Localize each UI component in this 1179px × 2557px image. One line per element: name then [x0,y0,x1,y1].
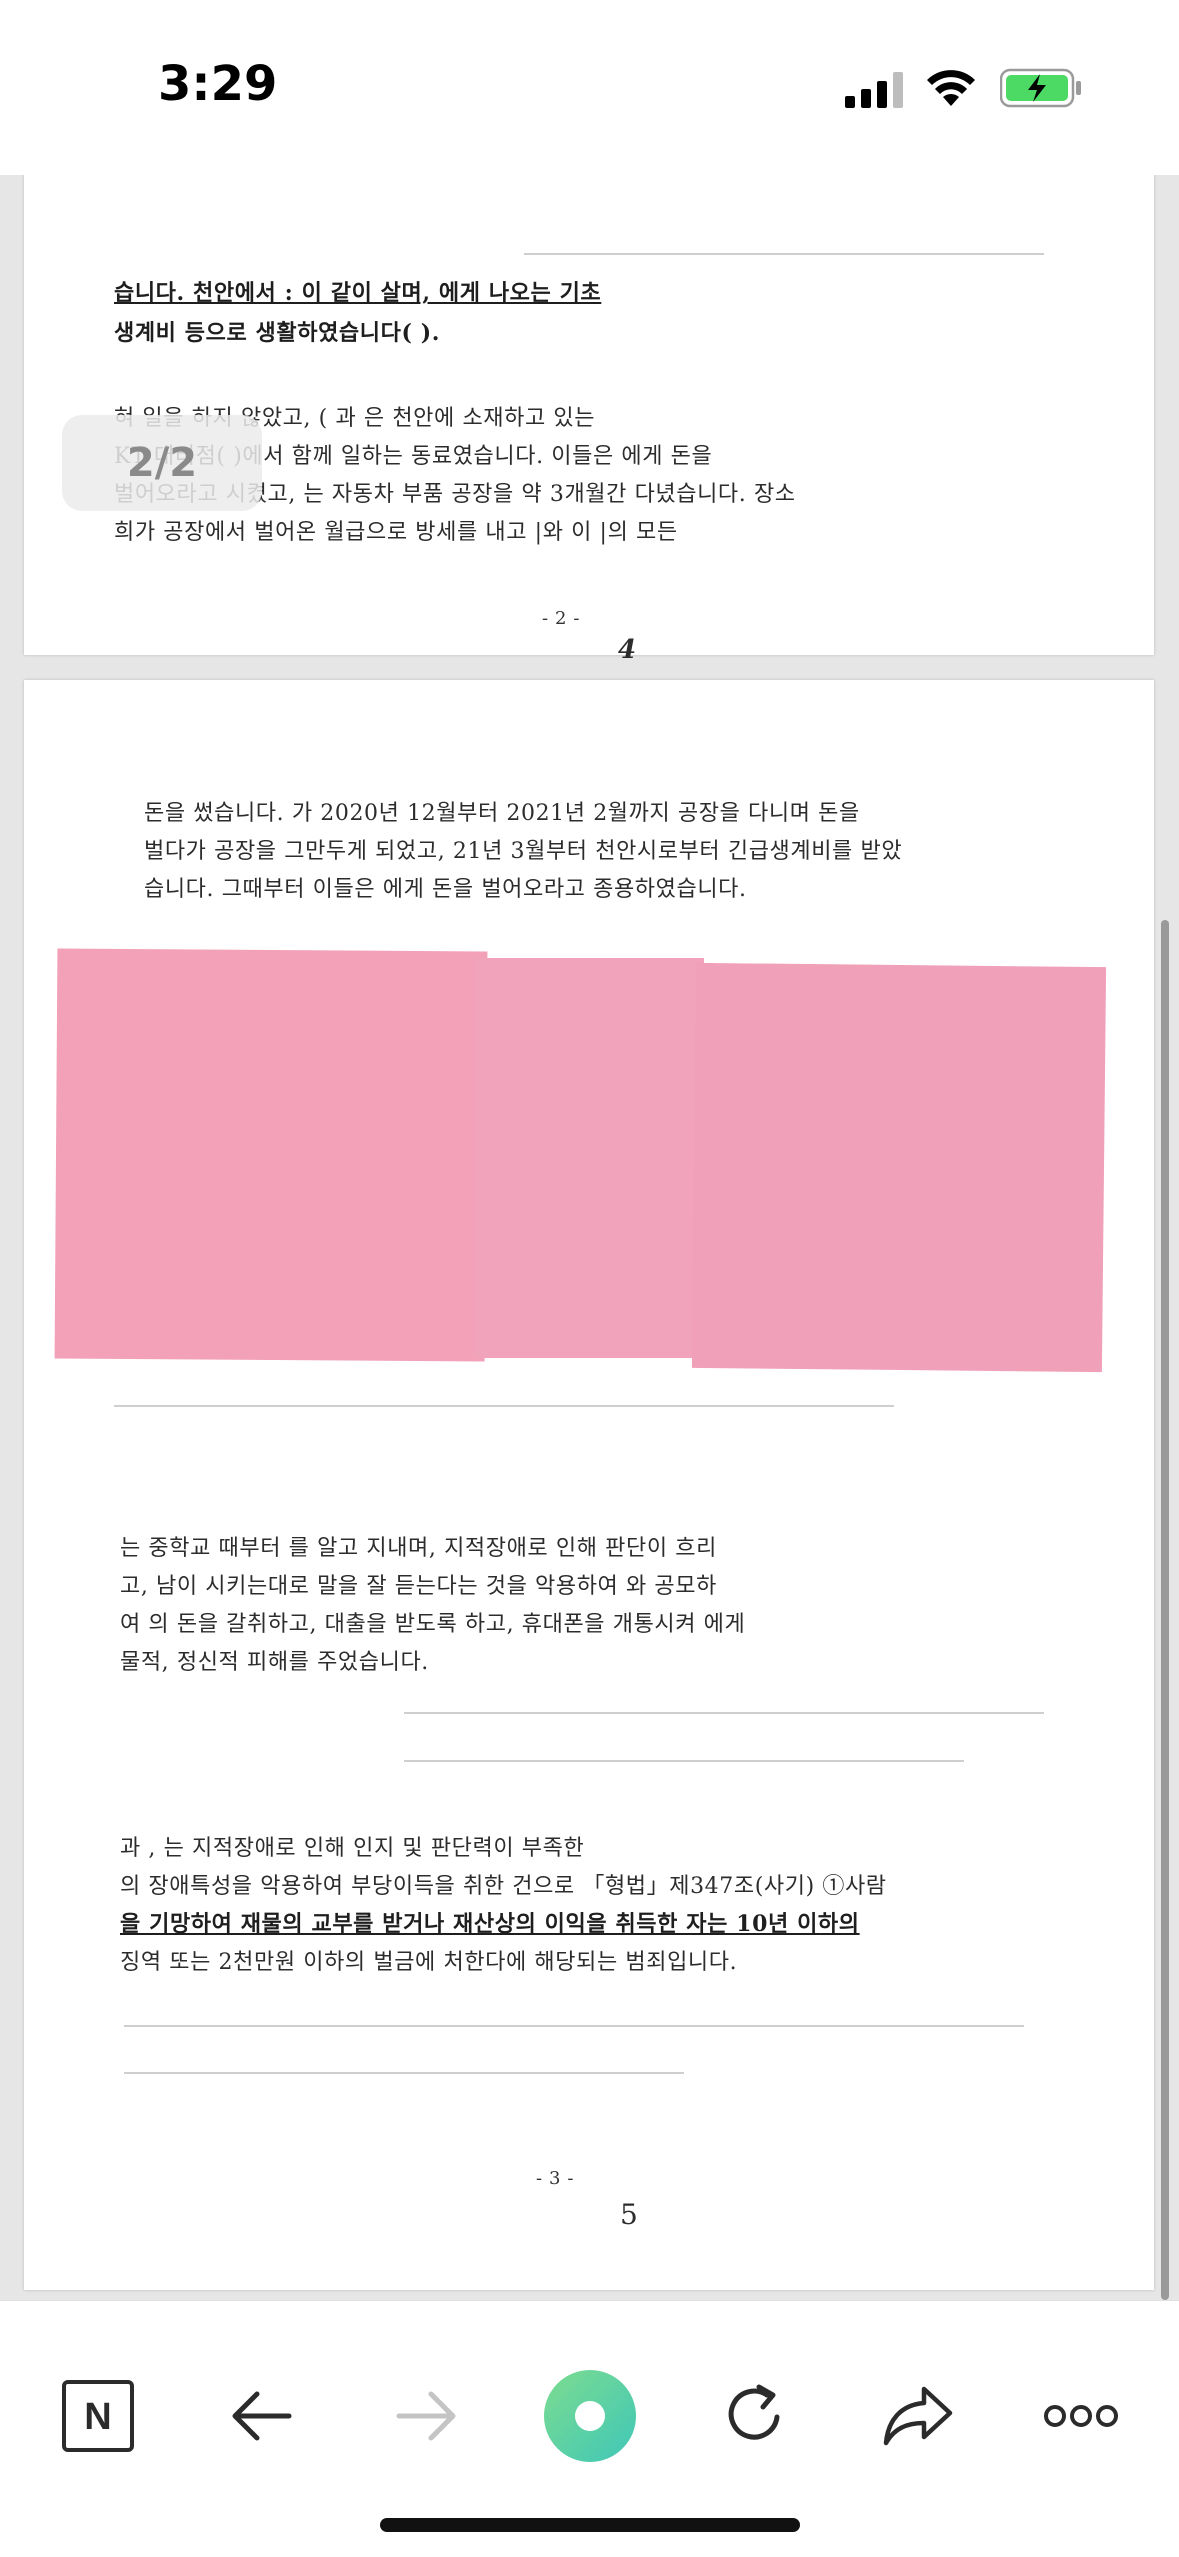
page2-line-4: 는 중학교 때부터 를 알고 지내며, 지적장애로 인해 판단이 흐리 [120,1536,717,1561]
page2-line-5: 고, 남이 시키는대로 말을 잘 듣는다는 것을 악용하여 와 공모하 [120,1574,717,1599]
page2-line-11: 징역 또는 2천만원 이하의 벌금에 처한다에 해당되는 범죄입니다. [120,1950,738,1975]
scan-artifact-line [524,253,1044,255]
page2-line-9: 의 장애특성을 악용하여 부당이득을 취한 건으로 「형법」제347조(사기) … [120,1874,887,1899]
naver-n-label: N [84,2396,111,2438]
record-button-icon [544,2370,636,2462]
forward-button[interactable] [371,2361,481,2471]
scan-artifact-line [404,1712,1044,1714]
page2-line-1: 돈을 썼습니다. 가 2020년 12월부터 2021년 2월까지 공장을 다니… [144,801,860,826]
home-indicator[interactable] [380,2518,800,2532]
scan-artifact-line [114,1405,894,1407]
refresh-icon [728,2384,780,2440]
forward-arrow-icon [396,2391,456,2441]
scan-artifact-line [404,1760,964,1762]
page2-line-10: 을 기망하여 재물의 교부를 받거나 재산상의 이익을 취득한 자는 10년 이… [120,1911,860,1937]
scan-artifact-line [124,2025,1024,2027]
page1-line-2: 생계비 등으로 생활하였습니다( ). [114,320,440,346]
more-button[interactable] [1026,2361,1136,2471]
page1-page-number: - 2 - [542,608,581,629]
page1-line-1: 습니다. 천안에서 : 이 같이 살며, 에게 나오는 기초 [114,280,602,306]
status-bar: 3:29 [0,0,1179,175]
redaction-sticker-right [691,962,1107,1373]
share-icon [883,2386,953,2446]
naver-n-icon: N [62,2380,134,2452]
vertical-scrollbar[interactable] [1161,920,1169,2300]
wifi-icon [927,70,975,106]
battery-charging-icon [1000,68,1081,108]
page2-line-8: 과 , 는 지적장애로 인해 인지 및 판단력이 부족한 [120,1836,585,1861]
record-button[interactable] [535,2361,645,2471]
document-page-2: 돈을 썼습니다. 가 2020년 12월부터 2021년 2월까지 공장을 다니… [24,680,1154,2290]
page1-line-6: 희가 공장에서 벌어온 월급으로 방세를 내고 |와 이 |의 모든 [114,520,678,545]
page1-stamp-number: 4 [618,635,637,665]
back-arrow-icon [232,2391,292,2441]
page2-line-3: 습니다. 그때부터 이들은 에게 돈을 벌어오라고 종용하였습니다. [144,877,747,902]
cellular-signal-icon [845,72,903,108]
page2-line-6: 여 의 돈을 갈취하고, 대출을 받도록 하고, 휴대폰을 개통시켜 에게 [120,1612,746,1637]
page2-line-7: 물적, 정신적 피해를 주었습니다. [120,1650,429,1675]
status-time: 3:29 [158,56,278,112]
redaction-sticker-left [54,948,488,1362]
scan-artifact-line [124,2072,684,2074]
refresh-button[interactable] [699,2361,809,2471]
page2-page-number: - 3 - [536,2168,575,2189]
page2-line-2: 벌다가 공장을 그만두게 되었고, 21년 3월부터 천안시로부터 긴급생계비를… [144,839,903,864]
redaction-sticker-middle [474,958,704,1358]
share-button[interactable] [863,2361,973,2471]
page-indicator: 2/2 [62,415,262,511]
more-icon [1044,2405,1118,2427]
naver-home-button[interactable]: N [43,2361,153,2471]
page2-stamp-number: 5 [620,2198,639,2231]
back-button[interactable] [207,2361,317,2471]
pdf-viewer[interactable]: 습니다. 천안에서 : 이 같이 살며, 에게 나오는 기초 생계비 등으로 생… [0,175,1179,2300]
